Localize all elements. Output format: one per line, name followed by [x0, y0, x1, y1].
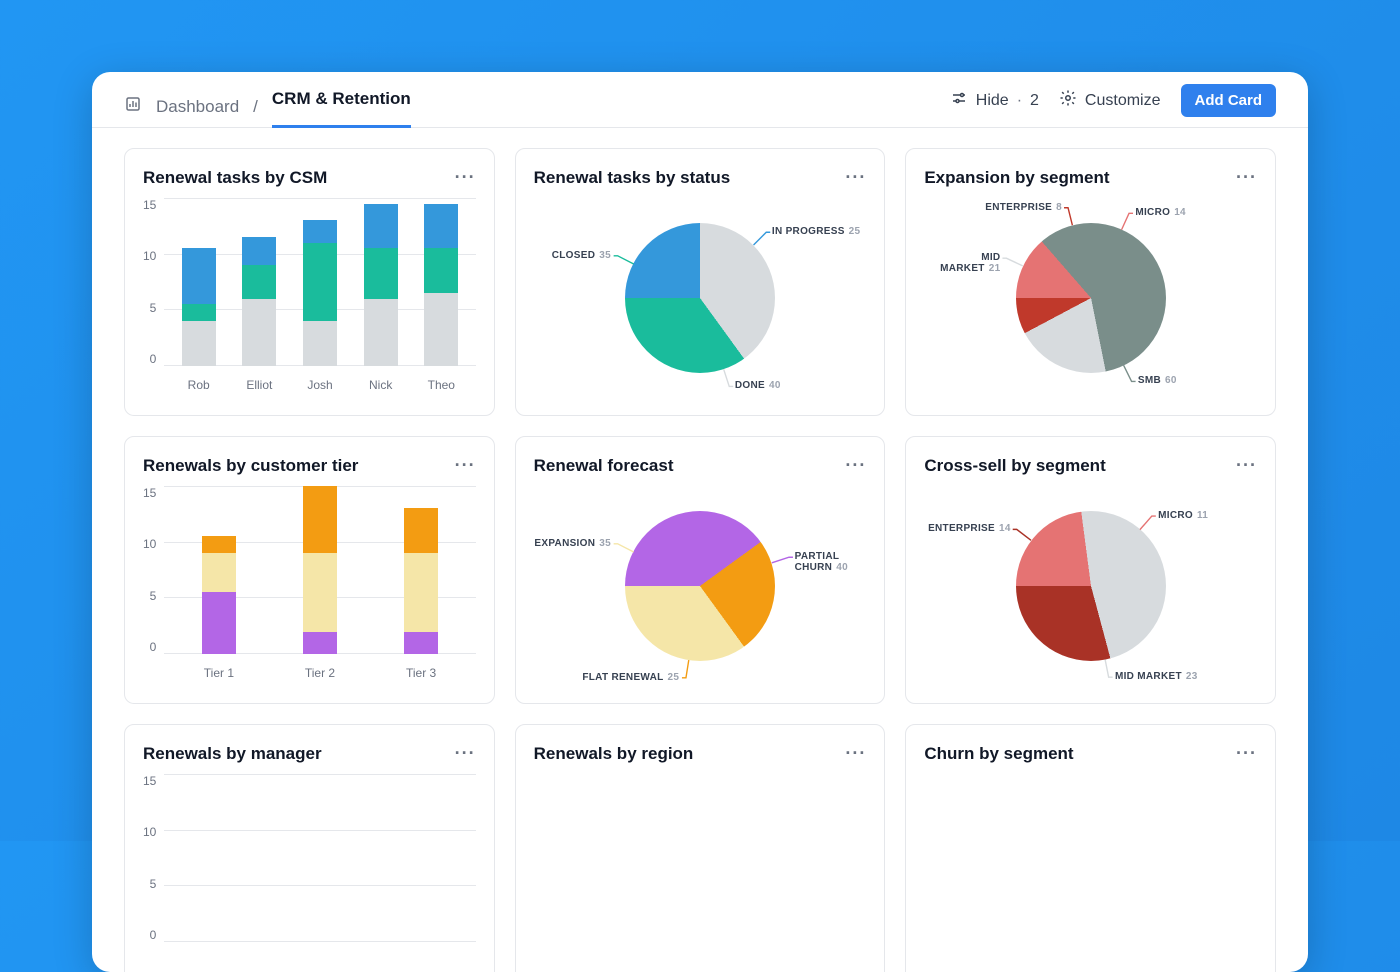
hide-count: 2: [1030, 92, 1039, 110]
card-renewals-by-customer-tier: Renewals by customer tier ··· 151050Tier…: [124, 436, 495, 704]
card-menu-button[interactable]: ···: [1236, 743, 1257, 764]
card-cross-sell-by-segment: Cross-sell by segment ··· MICRO11 MID MAR…: [905, 436, 1276, 704]
card-churn-by-segment: Churn by segment ···: [905, 724, 1276, 972]
chart-c4: 151050Tier 1Tier 2Tier 3: [143, 486, 476, 686]
card-title: Renewals by manager: [143, 744, 322, 764]
chart-c1: 151050RobElliotJoshNickTheo: [143, 198, 476, 398]
pie-slice-label: MID MARKET23: [1115, 671, 1198, 682]
card-grid: Renewal tasks by CSM ··· 151050RobElliot…: [92, 128, 1308, 972]
pie-slice-label: DONE40: [735, 380, 781, 391]
card-menu-button[interactable]: ···: [455, 167, 476, 188]
breadcrumb: Dashboard / CRM & Retention: [124, 87, 950, 127]
card-menu-button[interactable]: ···: [845, 743, 866, 764]
card-title: Renewal tasks by CSM: [143, 168, 327, 188]
card-menu-button[interactable]: ···: [1236, 455, 1257, 476]
dot-separator: ·: [1017, 92, 1022, 110]
topbar: Dashboard / CRM & Retention Hide · 2 Cus…: [92, 72, 1308, 128]
breadcrumb-separator: /: [253, 97, 258, 117]
customize-button[interactable]: Customize: [1059, 89, 1161, 112]
pie-slice-label: MID MARKET21: [924, 252, 1000, 274]
pie-slice-label: FLAT RENEWAL25: [582, 672, 679, 683]
pie-slice-label: MICRO14: [1135, 207, 1186, 218]
card-renewal-tasks-by-status: Renewal tasks by status ··· IN PROGRESS2…: [515, 148, 886, 416]
card-renewal-tasks-by-csm: Renewal tasks by CSM ··· 151050RobElliot…: [124, 148, 495, 416]
card-menu-button[interactable]: ···: [455, 743, 476, 764]
card-menu-button[interactable]: ···: [845, 167, 866, 188]
card-menu-button[interactable]: ···: [455, 455, 476, 476]
pie-slice-label: SMB60: [1138, 375, 1177, 386]
pie-slice-label: PARTIAL CHURN40: [795, 551, 867, 573]
card-title: Renewal tasks by status: [534, 168, 731, 188]
card-renewals-by-manager: Renewals by manager ··· 151050: [124, 724, 495, 972]
chart-c8: [534, 774, 867, 972]
chart-c7: 151050: [143, 774, 476, 972]
card-title: Churn by segment: [924, 744, 1073, 764]
pie-slice-label: ENTERPRISE8: [985, 202, 1062, 213]
breadcrumb-root[interactable]: Dashboard: [156, 97, 239, 117]
dashboard-icon: [124, 95, 142, 118]
card-title: Renewals by region: [534, 744, 694, 764]
card-renewals-by-region: Renewals by region ···: [515, 724, 886, 972]
chart-c3: MICRO14 SMB60 MID MARKET21 ENTERPRISE8: [924, 198, 1257, 398]
chart-c9: [924, 774, 1257, 972]
chart-c6: MICRO11 MID MARKET23 ENTERPRISE14: [924, 486, 1257, 686]
card-renewal-forecast: Renewal forecast ··· PARTIAL CHURN40 FLAT…: [515, 436, 886, 704]
pie-slice-label: EXPANSION35: [534, 538, 611, 549]
pie-slice-label: IN PROGRESS25: [772, 226, 861, 237]
card-title: Cross-sell by segment: [924, 456, 1105, 476]
app-window: Dashboard / CRM & Retention Hide · 2 Cus…: [92, 72, 1308, 972]
hide-label: Hide: [976, 92, 1009, 110]
pie-slice-label: CLOSED35: [552, 250, 611, 261]
pie-slice-label: ENTERPRISE14: [928, 523, 1011, 534]
card-menu-button[interactable]: ···: [1236, 167, 1257, 188]
customize-label: Customize: [1085, 92, 1161, 110]
card-menu-button[interactable]: ···: [845, 455, 866, 476]
card-title: Renewals by customer tier: [143, 456, 358, 476]
pie-slice-label: MICRO11: [1158, 510, 1208, 521]
add-card-button[interactable]: Add Card: [1181, 84, 1277, 117]
breadcrumb-current[interactable]: CRM & Retention: [272, 87, 411, 128]
card-expansion-by-segment: Expansion by segment ··· MICRO14 SMB60 MID…: [905, 148, 1276, 416]
chart-c2: IN PROGRESS25 DONE40 CLOSED35: [534, 198, 867, 398]
top-actions: Hide · 2 Customize Add Card: [950, 84, 1276, 129]
card-title: Expansion by segment: [924, 168, 1109, 188]
card-title: Renewal forecast: [534, 456, 674, 476]
sliders-icon: [950, 89, 968, 112]
gear-icon: [1059, 89, 1077, 112]
chart-c5: PARTIAL CHURN40 FLAT RENEWAL25 EXPANSION35: [534, 486, 867, 686]
hide-button[interactable]: Hide · 2: [950, 89, 1039, 112]
